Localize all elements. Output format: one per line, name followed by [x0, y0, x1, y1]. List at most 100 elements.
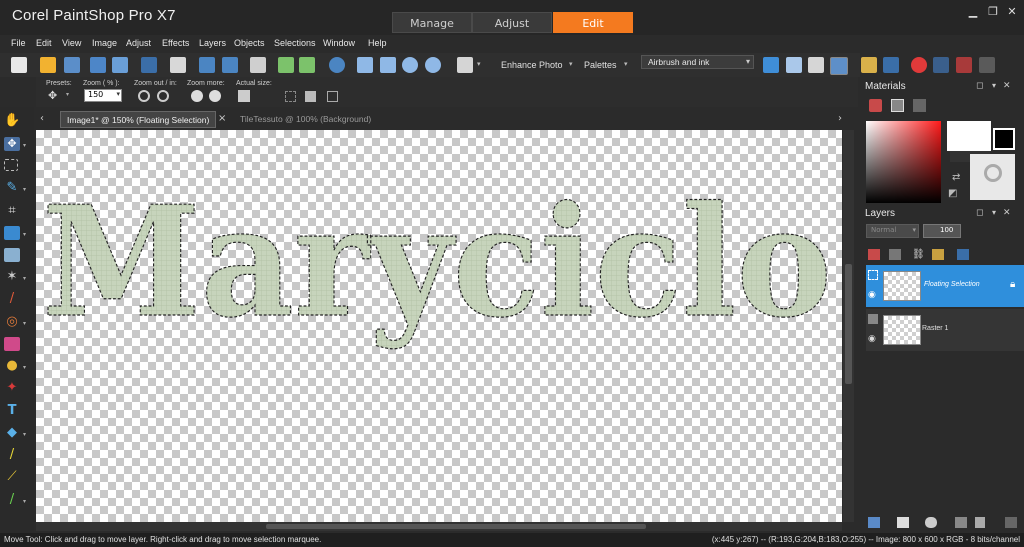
zoom-more-out-icon[interactable] — [191, 90, 203, 102]
flip-icon[interactable] — [278, 57, 294, 73]
chevron-down-icon[interactable]: ▾ — [992, 81, 996, 90]
panel-menu-icon[interactable]: ◻ — [976, 81, 983, 91]
stop-icon[interactable] — [883, 57, 899, 73]
menu-effects[interactable]: Effects — [162, 38, 189, 48]
rainbow-tab-icon[interactable] — [891, 99, 904, 112]
brush-icon[interactable]: / — [4, 292, 20, 306]
chevron-down-icon[interactable]: ▾ — [23, 364, 26, 371]
tab-edit[interactable]: Edit — [553, 12, 633, 33]
adjustment-layer-icon[interactable] — [897, 517, 909, 528]
new-layer-icon[interactable] — [868, 517, 880, 528]
horizontal-scrollbar[interactable] — [36, 522, 842, 531]
zoom-input[interactable]: 150 ▾ — [84, 89, 122, 102]
pause-icon[interactable] — [933, 57, 949, 73]
frame-tab-icon[interactable] — [869, 99, 882, 112]
cancel-icon[interactable] — [956, 57, 972, 73]
eye-icon[interactable]: ◉ — [868, 334, 876, 344]
clone-icon[interactable]: ✶ — [4, 270, 20, 284]
chevron-right-icon[interactable]: › — [838, 113, 842, 124]
chevron-down-icon[interactable]: ▾ — [569, 60, 573, 68]
share-icon[interactable] — [141, 57, 157, 73]
layer-properties-icon[interactable] — [1005, 517, 1017, 528]
fill-icon[interactable] — [327, 91, 338, 102]
menu-objects[interactable]: Objects — [234, 38, 265, 48]
panel-menu-icon[interactable]: ◻ — [976, 208, 983, 218]
makeover-icon[interactable] — [4, 248, 20, 262]
copy-icon[interactable] — [457, 57, 473, 73]
chevron-left-icon[interactable]: ‹ — [40, 113, 44, 124]
move-tool-icon[interactable]: ✥ — [4, 137, 20, 151]
chevron-down-icon[interactable]: ▾ — [992, 208, 996, 217]
horizontal-scroll-thumb[interactable] — [266, 524, 646, 529]
text-tool-icon[interactable]: T — [4, 404, 20, 418]
layer-row-floating-selection[interactable]: ◉ Floating Selection 🔒︎ — [866, 265, 1024, 307]
link-icon[interactable]: ⛓ — [912, 249, 925, 260]
resize-icon[interactable] — [250, 57, 266, 73]
mask-layer-icon[interactable] — [925, 517, 937, 528]
restore-icon[interactable]: ❐ — [986, 6, 1000, 18]
enhance-photo-menu[interactable]: Enhance Photo — [501, 60, 563, 70]
menu-file[interactable]: File — [11, 38, 26, 48]
center-icon[interactable] — [305, 91, 316, 102]
layer-style-icon[interactable] — [868, 249, 880, 260]
layer-row-raster-1[interactable]: ◉ Raster 1 — [866, 309, 1024, 351]
chevron-down-icon[interactable]: ▾ — [23, 275, 26, 282]
undo-icon[interactable] — [199, 57, 215, 73]
background-style-swatch[interactable] — [970, 154, 1015, 200]
default-colors-icon[interactable]: ◩ — [948, 188, 957, 199]
vertical-scroll-thumb[interactable] — [845, 264, 852, 384]
open-folder-icon[interactable] — [40, 57, 56, 73]
save-script-icon[interactable] — [979, 57, 995, 73]
zoom-out-icon[interactable] — [138, 90, 150, 102]
close-panel-icon[interactable]: ✕ — [1003, 81, 1011, 91]
chevron-down-icon[interactable]: ▾ — [23, 320, 26, 327]
save-as-icon[interactable] — [112, 57, 128, 73]
layer-icon[interactable] — [861, 57, 877, 73]
fit-window-icon[interactable] — [357, 57, 373, 73]
tab-manage[interactable]: Manage — [392, 12, 472, 33]
save-icon[interactable] — [90, 57, 106, 73]
blend-mode-dropdown[interactable]: Normal ▾ — [866, 224, 919, 238]
eraser-icon[interactable] — [4, 337, 20, 351]
workspace-dropdown[interactable]: Airbrush and ink ▾ — [641, 55, 754, 69]
menu-view[interactable]: View — [62, 38, 81, 48]
doc-tab-tiletessuto[interactable]: TileTessuto @ 100% (Background) — [234, 111, 377, 128]
delete-layer-icon[interactable] — [975, 517, 985, 528]
image-canvas[interactable]: Maryciclo — [36, 130, 842, 522]
chevron-down-icon[interactable]: ▾ — [624, 60, 628, 68]
close-tab-icon[interactable]: × — [218, 113, 226, 124]
new-file-icon[interactable] — [11, 57, 27, 73]
fit-image-icon[interactable] — [380, 57, 396, 73]
doc-tab-image1[interactable]: Image1* @ 150% (Floating Selection) — [60, 111, 217, 128]
zoom-in-icon[interactable] — [425, 57, 441, 73]
menu-layers[interactable]: Layers — [199, 38, 226, 48]
shape-tool-icon[interactable]: ◆ — [4, 426, 20, 440]
selection-tool-icon[interactable] — [4, 159, 18, 171]
play-icon[interactable] — [763, 57, 779, 73]
scan-icon[interactable] — [64, 57, 80, 73]
move-preset-icon[interactable]: ✥ — [48, 90, 64, 102]
menu-window[interactable]: Window — [323, 38, 355, 48]
lock-icon[interactable] — [932, 249, 944, 260]
swatches-tab-icon[interactable] — [913, 99, 926, 112]
chevron-down-icon[interactable]: ▾ — [477, 60, 481, 68]
zoom-out-icon[interactable] — [402, 57, 418, 73]
color-picker[interactable] — [866, 121, 941, 203]
chevron-down-icon[interactable]: ▾ — [23, 231, 26, 238]
print-icon[interactable] — [170, 57, 186, 73]
mirror-icon[interactable] — [299, 57, 315, 73]
opacity-slider[interactable]: 100 — [923, 224, 961, 238]
script-icon[interactable] — [786, 57, 802, 73]
info-icon[interactable] — [329, 57, 345, 73]
dropper-icon[interactable]: ✎ — [4, 181, 20, 195]
zoom-in-icon[interactable] — [157, 90, 169, 102]
tab-adjust[interactable]: Adjust — [472, 12, 552, 33]
straighten-icon[interactable] — [4, 226, 20, 240]
menu-selections[interactable]: Selections — [274, 38, 316, 48]
record-icon[interactable] — [911, 57, 927, 73]
mask-icon[interactable] — [889, 249, 901, 260]
actual-size-icon[interactable] — [238, 90, 250, 102]
view-toggle-icon[interactable] — [830, 57, 848, 75]
group-icon[interactable] — [957, 249, 969, 260]
chevron-down-icon[interactable]: ▾ — [23, 142, 26, 149]
